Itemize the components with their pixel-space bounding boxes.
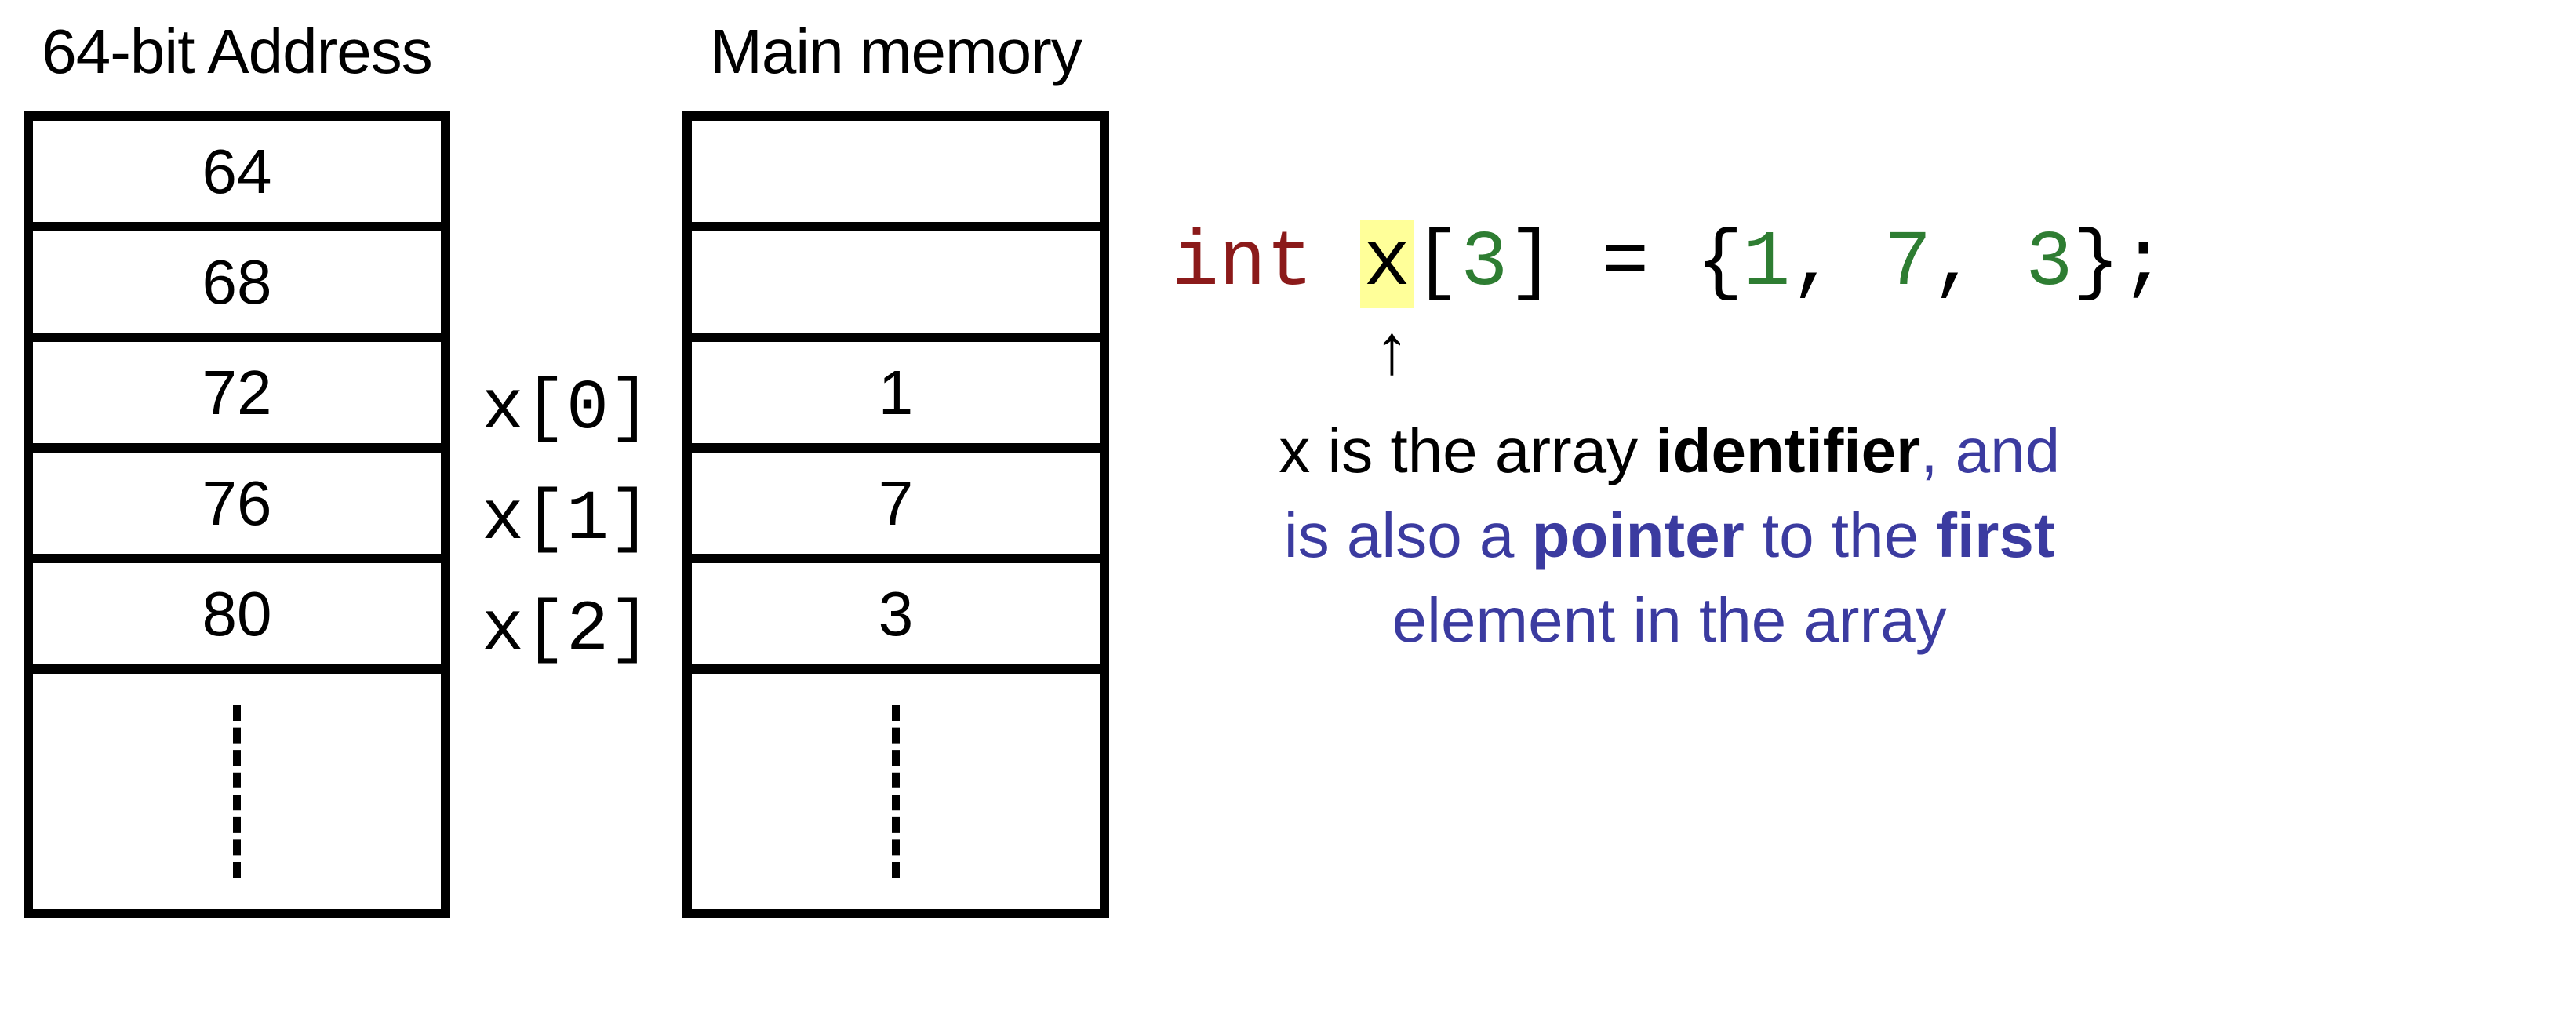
code-init-value: 1 bbox=[1743, 220, 1790, 308]
address-row-ellipsis bbox=[33, 674, 441, 909]
caption-fragment: x is the array bbox=[1279, 416, 1655, 485]
address-row: 80 bbox=[33, 563, 441, 674]
vertical-ellipsis-icon bbox=[233, 705, 241, 878]
up-arrow-icon: ↑ bbox=[1374, 315, 2167, 385]
caption-text: x is the array identifier, and is also a… bbox=[1172, 409, 2167, 663]
caption-bold: first bbox=[1936, 500, 2054, 570]
caption-bold: identifier bbox=[1655, 416, 1920, 485]
address-table: 64 68 72 76 80 bbox=[24, 111, 450, 918]
memory-column-title: Main memory bbox=[710, 16, 1082, 88]
address-row: 64 bbox=[33, 121, 441, 231]
memory-row bbox=[692, 231, 1100, 342]
address-column: 64-bit Address 64 68 72 76 80 bbox=[24, 16, 450, 918]
code-init-value: 7 bbox=[1884, 220, 1931, 308]
memory-row bbox=[692, 121, 1100, 231]
address-row: 68 bbox=[33, 231, 441, 342]
caption-fragment: is also a bbox=[1284, 500, 1532, 570]
index-label: x[0] bbox=[482, 355, 651, 465]
index-label: x[1] bbox=[482, 465, 651, 576]
code-section: int x[3] = {1, 7, 3}; ↑ x is the array i… bbox=[1172, 16, 2167, 663]
caption-fragment: , and bbox=[1920, 416, 2060, 485]
index-labels: x[0] x[1] x[2] bbox=[482, 16, 651, 686]
memory-row: 3 bbox=[692, 563, 1100, 674]
code-init-value: 3 bbox=[2025, 220, 2072, 308]
address-row: 76 bbox=[33, 453, 441, 563]
memory-row-ellipsis bbox=[692, 674, 1100, 909]
address-column-title: 64-bit Address bbox=[42, 16, 431, 88]
memory-row: 7 bbox=[692, 453, 1100, 563]
caption-bold: pointer bbox=[1532, 500, 1745, 570]
memory-table: 1 7 3 bbox=[682, 111, 1109, 918]
index-label: x[2] bbox=[482, 576, 651, 686]
code-array-size: 3 bbox=[1461, 220, 1508, 308]
caption-fragment: to the bbox=[1745, 500, 1937, 570]
vertical-ellipsis-icon bbox=[892, 705, 900, 878]
memory-row: 1 bbox=[692, 342, 1100, 453]
code-variable-highlight: x bbox=[1360, 220, 1414, 308]
code-declaration: int x[3] = {1, 7, 3}; bbox=[1172, 220, 2167, 308]
code-type-keyword: int bbox=[1172, 220, 1313, 308]
address-row: 72 bbox=[33, 342, 441, 453]
diagram-root: 64-bit Address 64 68 72 76 80 x[0] x[1] … bbox=[24, 16, 2552, 918]
caption-fragment: element in the array bbox=[1392, 585, 1947, 655]
memory-column: Main memory 1 7 3 bbox=[682, 16, 1109, 918]
